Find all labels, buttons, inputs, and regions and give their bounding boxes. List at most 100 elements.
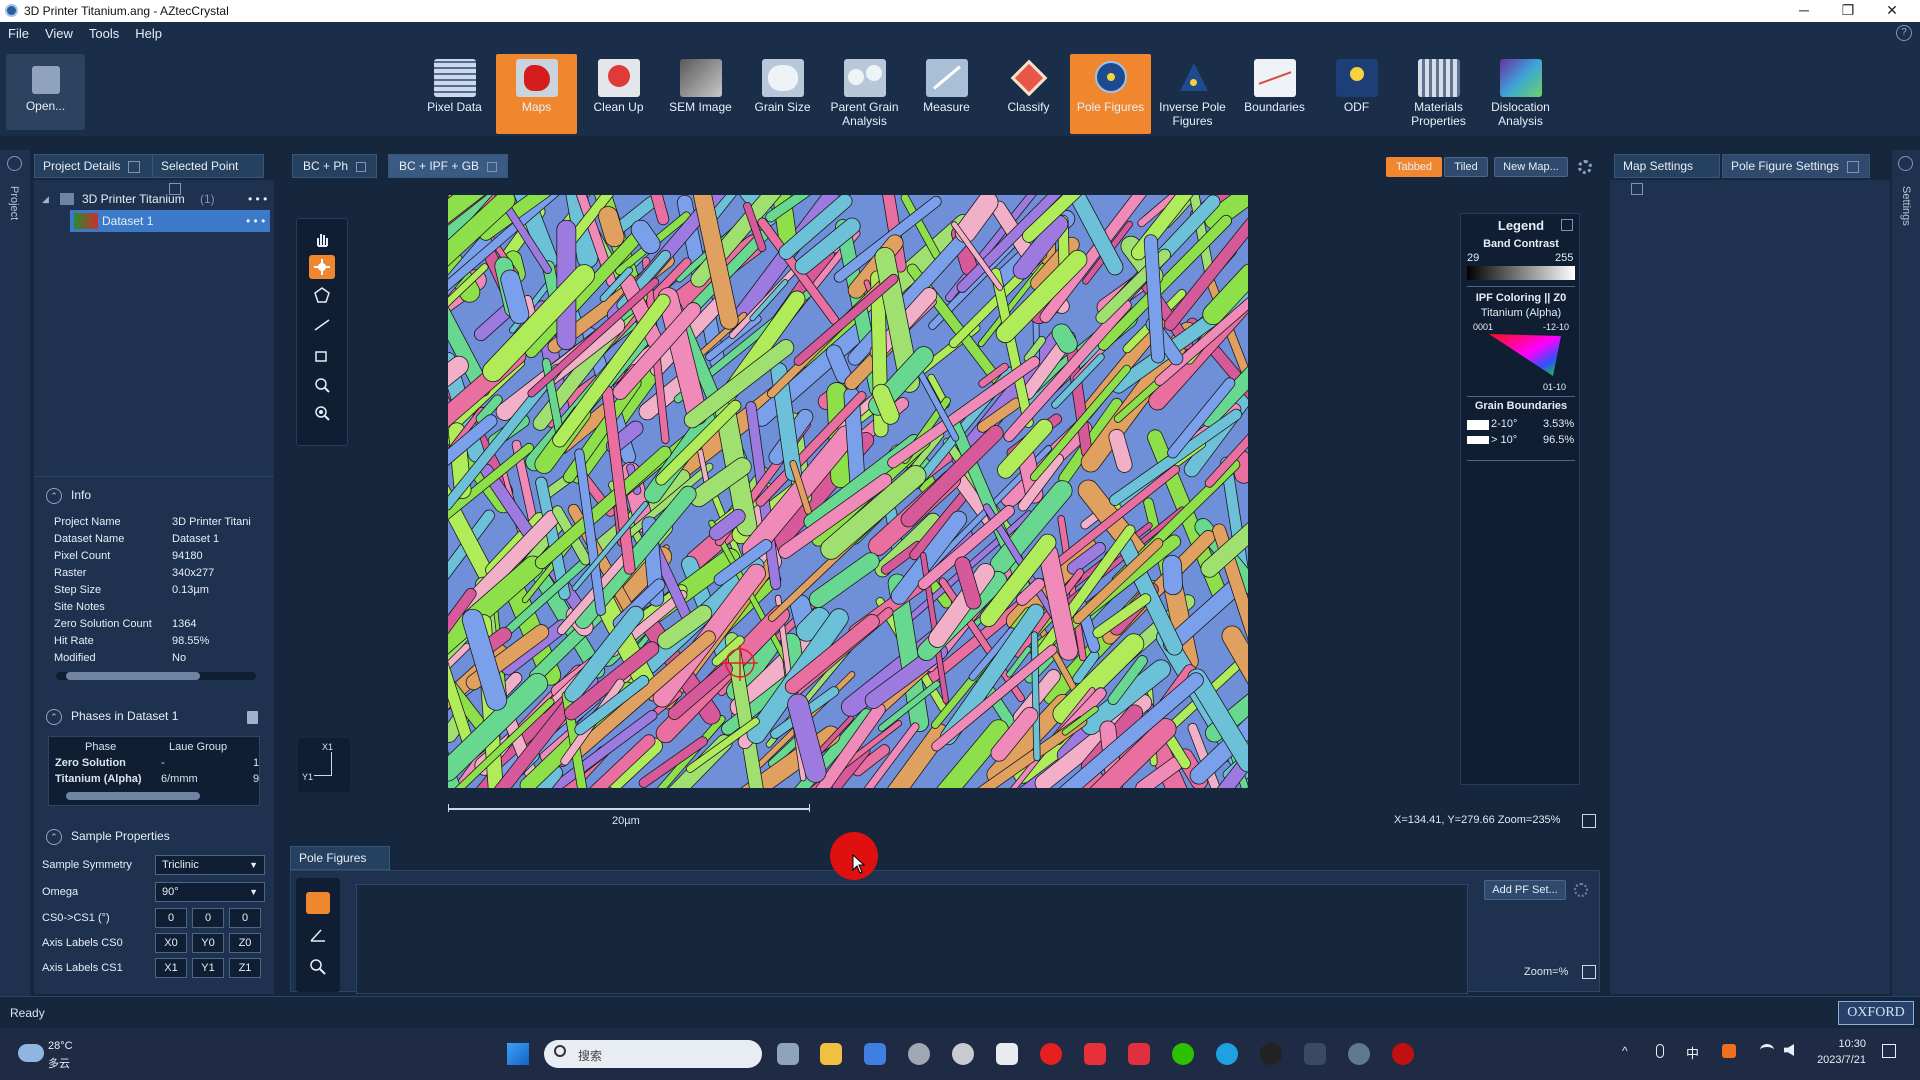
cs-rotation-field[interactable]: 0 xyxy=(155,908,187,928)
axis-label-field[interactable]: X1 xyxy=(155,958,187,978)
classify-button[interactable]: Classify xyxy=(988,54,1069,134)
minimize-button[interactable]: ─ xyxy=(1782,0,1826,22)
pan-hand-icon[interactable] xyxy=(306,892,330,914)
pin-icon[interactable] xyxy=(128,160,141,173)
ime-indicator[interactable]: 中 xyxy=(1686,1043,1699,1062)
new-map-button[interactable]: New Map... xyxy=(1494,157,1568,177)
settings-app-icon[interactable] xyxy=(908,1043,930,1065)
task-view-icon[interactable] xyxy=(777,1043,799,1065)
phases-header[interactable]: ⌃ Phases in Dataset 1 xyxy=(46,709,178,725)
youdao-icon[interactable] xyxy=(1084,1043,1106,1065)
expand-triangle-icon[interactable]: ◢ xyxy=(42,188,49,210)
clock-time[interactable]: 10:30 xyxy=(1818,1038,1866,1050)
app-icon[interactable] xyxy=(1304,1043,1326,1065)
phases-scrollbar[interactable] xyxy=(56,792,256,800)
tiled-button[interactable]: Tiled xyxy=(1444,157,1488,177)
calculator-icon[interactable] xyxy=(996,1043,1018,1065)
polygon-select-icon[interactable] xyxy=(309,283,335,307)
dislocation-analysis-button[interactable]: Dislocation Analysis xyxy=(1480,54,1561,134)
aztec-crystal-icon[interactable] xyxy=(1348,1043,1370,1065)
clean-up-button[interactable]: Clean Up xyxy=(578,54,659,134)
volume-icon[interactable] xyxy=(1784,1044,1794,1056)
collapse-left-icon[interactable] xyxy=(7,156,22,171)
maximize-button[interactable]: ❐ xyxy=(1826,0,1870,22)
menu-view[interactable]: View xyxy=(45,26,73,41)
crop-tool-icon[interactable] xyxy=(309,345,335,369)
wifi-icon[interactable] xyxy=(1760,1044,1774,1056)
parent-grain-analysis-button[interactable]: Parent Grain Analysis xyxy=(824,54,905,134)
clock-date[interactable]: 2023/7/21 xyxy=(1808,1054,1866,1066)
ebsd-map-image[interactable] xyxy=(448,195,1248,788)
pin-icon[interactable] xyxy=(1847,160,1860,173)
project-side-label[interactable]: Project xyxy=(8,186,20,220)
tab-selected-point[interactable]: Selected Point xyxy=(152,154,264,195)
axis-label-field[interactable]: X0 xyxy=(155,933,187,953)
materials-properties-button[interactable]: Materials Properties xyxy=(1398,54,1479,134)
menu-help[interactable]: Help xyxy=(135,26,162,41)
file-explorer-icon[interactable] xyxy=(820,1043,842,1065)
help-circle-icon[interactable]: ? xyxy=(1896,25,1912,41)
menu-file[interactable]: File xyxy=(8,26,29,41)
menu-tools[interactable]: Tools xyxy=(89,26,119,41)
phases-list-icon[interactable] xyxy=(247,711,258,724)
tab-map-settings[interactable]: Map Settings xyxy=(1614,154,1720,195)
pan-hand-icon[interactable] xyxy=(309,227,335,251)
app-icon[interactable] xyxy=(1128,1043,1150,1065)
tray-app-icon[interactable] xyxy=(1722,1044,1736,1058)
grain-size-button[interactable]: Grain Size xyxy=(742,54,823,134)
app-icon[interactable] xyxy=(952,1043,974,1065)
project-more-icon[interactable]: • • • xyxy=(248,188,267,210)
close-button[interactable]: ✕ xyxy=(1870,0,1914,22)
pole-figures-button[interactable]: Pole Figures xyxy=(1070,54,1151,134)
collapse-right-icon[interactable] xyxy=(1898,156,1913,171)
zoom-area-icon[interactable] xyxy=(309,373,335,397)
qq-icon[interactable] xyxy=(1260,1043,1282,1065)
maps-button[interactable]: Maps xyxy=(496,54,577,134)
collapse-chevron-icon[interactable]: ⌃ xyxy=(46,709,62,725)
tab-bc-ph[interactable]: BC + Ph xyxy=(292,154,378,178)
info-scrollbar[interactable] xyxy=(56,672,256,680)
inverse-pole-figures-button[interactable]: Inverse Pole Figures xyxy=(1152,54,1233,134)
measure-button[interactable]: Measure xyxy=(906,54,987,134)
boundaries-button[interactable]: Boundaries xyxy=(1234,54,1315,134)
fit-to-window-icon[interactable] xyxy=(1582,814,1596,828)
microphone-icon[interactable] xyxy=(1656,1044,1664,1058)
tree-dataset-row[interactable]: Dataset 1 • • • xyxy=(70,210,270,232)
zoom-icon[interactable] xyxy=(306,956,330,978)
close-tab-icon[interactable] xyxy=(487,161,498,172)
settings-gear-icon[interactable] xyxy=(1578,160,1592,174)
omega-select[interactable]: 90° ▼ xyxy=(155,882,265,902)
netease-music-icon[interactable] xyxy=(1040,1043,1062,1065)
sem-image-button[interactable]: SEM Image xyxy=(660,54,741,134)
tab-bc-ipf-gb[interactable]: BC + IPF + GB xyxy=(388,154,509,178)
taskbar-search-box[interactable]: 搜索 xyxy=(544,1040,762,1068)
tray-chevron-icon[interactable]: ^ xyxy=(1622,1044,1628,1058)
weather-cloud-icon[interactable] xyxy=(18,1044,44,1062)
tab-pole-figure-settings[interactable]: Pole Figure Settings xyxy=(1722,154,1870,178)
wechat-icon[interactable] xyxy=(1172,1043,1194,1065)
cs-rotation-field[interactable]: 0 xyxy=(192,908,224,928)
settings-side-label[interactable]: Settings xyxy=(1900,186,1912,226)
windows-start-icon[interactable] xyxy=(507,1043,529,1065)
cs-rotation-field[interactable]: 0 xyxy=(229,908,261,928)
calendar-app-icon[interactable] xyxy=(864,1043,886,1065)
tab-pole-figures[interactable]: Pole Figures xyxy=(290,846,390,886)
legend-close-icon[interactable] xyxy=(1561,219,1573,231)
tabbed-button[interactable]: Tabbed xyxy=(1386,157,1442,177)
open-button[interactable]: Open... xyxy=(6,54,85,130)
sample-header[interactable]: ⌃ Sample Properties xyxy=(46,829,170,845)
line-tool-icon[interactable] xyxy=(309,313,335,337)
collapse-chevron-icon[interactable]: ⌃ xyxy=(46,488,62,504)
angle-tool-icon[interactable] xyxy=(306,924,330,946)
pixel-data-button[interactable]: Pixel Data xyxy=(414,54,495,134)
axis-label-field[interactable]: Z0 xyxy=(229,933,261,953)
sample-symmetry-select[interactable]: Triclinic ▼ xyxy=(155,855,265,875)
collapse-chevron-icon[interactable]: ⌃ xyxy=(46,829,62,845)
add-pf-set-button[interactable]: Add PF Set... xyxy=(1484,880,1566,900)
close-tab-icon[interactable] xyxy=(356,161,367,172)
pole-figures-canvas[interactable] xyxy=(356,884,1468,994)
axis-label-field[interactable]: Y0 xyxy=(192,933,224,953)
pin-icon[interactable] xyxy=(1631,182,1643,195)
dataset-more-icon[interactable]: • • • xyxy=(246,210,265,232)
select-point-icon[interactable] xyxy=(309,255,335,279)
